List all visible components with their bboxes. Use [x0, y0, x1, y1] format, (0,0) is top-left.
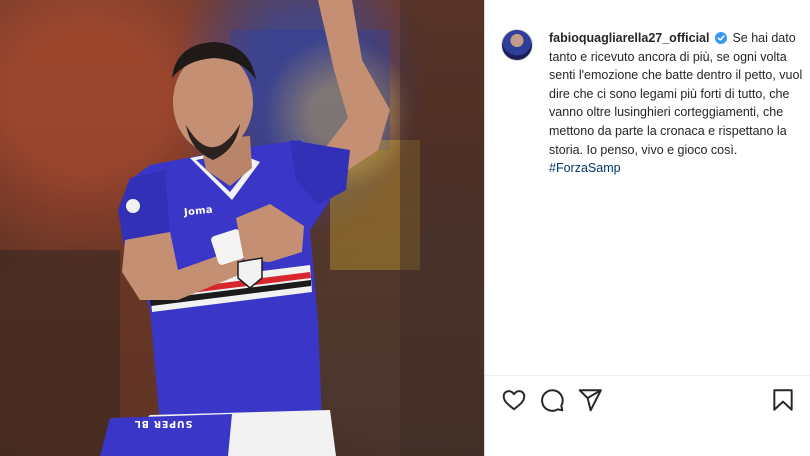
share-button[interactable] — [577, 387, 603, 413]
verified-badge-icon — [714, 32, 727, 44]
post-caption: fabioquagliarella27_official Se hai dato… — [549, 29, 810, 178]
username-link[interactable]: fabioquagliarella27_official — [549, 31, 709, 45]
share-icon — [578, 389, 602, 412]
player-illustration — [0, 0, 484, 456]
shorts-text: SUPER BL — [134, 418, 193, 429]
save-button[interactable] — [770, 387, 796, 413]
post-photo[interactable]: Joma SUPER BL — [0, 0, 484, 456]
like-button[interactable] — [501, 387, 527, 413]
comment-button[interactable] — [539, 387, 565, 413]
divider — [485, 375, 810, 376]
comment-icon — [541, 389, 564, 412]
hashtag-link[interactable]: #ForzaSamp — [549, 161, 621, 175]
avatar[interactable] — [501, 29, 533, 61]
post-details-panel: fabioquagliarella27_official Se hai dato… — [484, 0, 810, 456]
action-bar — [501, 387, 796, 413]
caption-text: Se hai dato tanto e ricevuto ancora di p… — [549, 31, 803, 157]
heart-icon — [502, 390, 526, 411]
bookmark-icon — [773, 389, 793, 411]
